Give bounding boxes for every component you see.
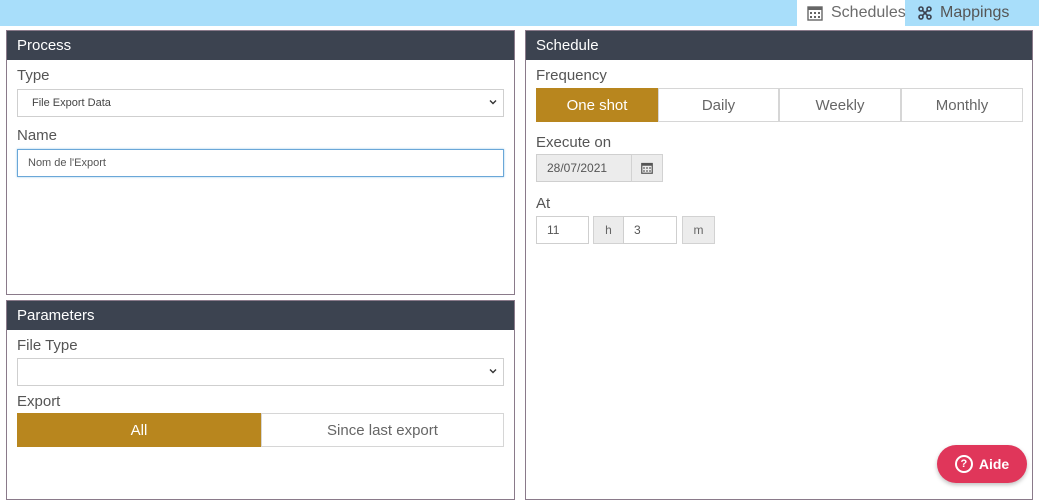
minute-input[interactable]: 3 [623, 216, 677, 244]
parameters-panel: Parameters File Type Export All Since la… [6, 300, 515, 500]
help-button[interactable]: ? Aide [937, 445, 1027, 483]
mapping-icon [918, 6, 932, 20]
execute-on-date-input[interactable]: 28/07/2021 [536, 154, 632, 182]
calendar-icon [807, 5, 823, 21]
schedule-panel-title: Schedule [526, 31, 1032, 60]
type-label: Type [17, 67, 50, 84]
hour-unit: h [593, 216, 624, 244]
tab-schedules[interactable]: Schedules [797, 0, 906, 26]
minute-unit: m [682, 216, 715, 244]
frequency-option-monthly[interactable]: Monthly [901, 88, 1023, 122]
schedule-panel: Schedule Frequency One shot Daily Weekly… [525, 30, 1033, 500]
parameters-panel-title: Parameters [7, 301, 514, 330]
frequency-option-daily[interactable]: Daily [658, 88, 779, 122]
date-picker-button[interactable] [631, 154, 663, 182]
file-type-select[interactable] [17, 358, 504, 386]
process-panel: Process Type File Export Data Name Nom d… [6, 30, 515, 295]
export-label: Export [17, 393, 61, 410]
file-type-label: File Type [17, 337, 78, 354]
chevron-down-icon [489, 369, 497, 374]
hour-input[interactable]: 11 [536, 216, 589, 244]
tab-mappings[interactable]: Mappings [908, 0, 1039, 26]
type-select-value: File Export Data [32, 97, 111, 109]
name-input[interactable]: Nom de l'Export [17, 149, 504, 177]
export-option-since-last[interactable]: Since last export [261, 413, 504, 447]
at-label: At [536, 195, 551, 212]
help-button-label: Aide [978, 456, 1010, 472]
export-toggle: All Since last export [17, 413, 504, 447]
frequency-option-one-shot[interactable]: One shot [536, 88, 658, 122]
process-panel-title: Process [7, 31, 514, 60]
question-circle-icon: ? [954, 455, 973, 473]
name-label: Name [17, 127, 58, 144]
type-select[interactable]: File Export Data [17, 89, 504, 117]
frequency-toggle: One shot Daily Weekly Monthly [536, 88, 1023, 122]
frequency-option-weekly[interactable]: Weekly [779, 88, 901, 122]
calendar-icon [641, 162, 653, 174]
execute-on-label: Execute on [536, 134, 612, 151]
export-option-all[interactable]: All [17, 413, 261, 447]
tab-mappings-label: Mappings [940, 4, 1010, 21]
chevron-down-icon [489, 100, 497, 105]
frequency-label: Frequency [536, 67, 607, 84]
tab-schedules-label: Schedules [831, 4, 906, 21]
